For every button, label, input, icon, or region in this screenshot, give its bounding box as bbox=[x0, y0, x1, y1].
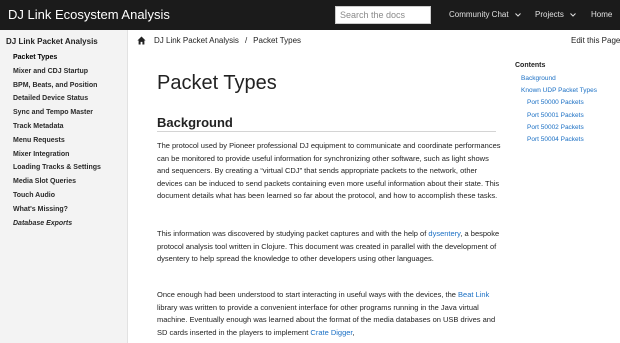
site-title[interactable]: DJ Link Ecosystem Analysis bbox=[8, 7, 170, 22]
breadcrumb-current: Packet Types bbox=[253, 36, 302, 45]
paragraph-dysentery: This information was discovered by study… bbox=[157, 228, 502, 266]
crate-digger-link[interactable]: Crate Digger bbox=[310, 328, 352, 337]
nav-projects[interactable]: Projects bbox=[535, 10, 576, 19]
paragraph-intro: The protocol used by Pioneer professiona… bbox=[157, 141, 501, 201]
sidebar-item-mixer-integration[interactable]: Mixer Integration bbox=[13, 148, 101, 162]
toc-list: Background Known UDP Packet Types Port 5… bbox=[515, 73, 597, 146]
nav-projects-label: Projects bbox=[535, 10, 564, 19]
toc-item-port-50001[interactable]: Port 50001 Packets bbox=[515, 110, 597, 122]
page-title: Packet Types bbox=[157, 72, 277, 94]
section-heading-background: Background bbox=[157, 115, 233, 130]
sidebar-item-track-metadata[interactable]: Track Metadata bbox=[13, 120, 101, 134]
breadcrumb-section[interactable]: DJ Link Packet Analysis bbox=[154, 36, 239, 45]
top-navbar: DJ Link Ecosystem Analysis Community Cha… bbox=[0, 0, 620, 30]
breadcrumb: DJ Link Packet Analysis / Packet Types bbox=[137, 36, 301, 45]
table-of-contents: Contents Background Known UDP Packet Typ… bbox=[515, 62, 597, 146]
sidebar-item-loading-tracks[interactable]: Loading Tracks & Settings bbox=[13, 161, 101, 175]
sidebar-item-database-exports[interactable]: Database Exports bbox=[13, 217, 101, 231]
dysentery-link[interactable]: dysentery bbox=[428, 229, 460, 238]
home-icon[interactable] bbox=[137, 36, 146, 45]
paragraph-text: This information was discovered by study… bbox=[157, 229, 429, 238]
breadcrumb-separator: / bbox=[244, 36, 248, 45]
toc-item-port-50002[interactable]: Port 50002 Packets bbox=[515, 122, 597, 134]
sidebar-item-packet-types[interactable]: Packet Types bbox=[13, 51, 101, 65]
sidebar-title[interactable]: DJ Link Packet Analysis bbox=[6, 37, 98, 46]
sidebar-item-menu-requests[interactable]: Menu Requests bbox=[13, 134, 101, 148]
paragraph-text: Once enough had been understood to start… bbox=[157, 290, 459, 299]
sidebar-item-whats-missing[interactable]: What's Missing? bbox=[13, 203, 101, 217]
sidebar-list: Packet Types Mixer and CDJ Startup BPM, … bbox=[13, 51, 101, 230]
sidebar-item-mixer-cdj-startup[interactable]: Mixer and CDJ Startup bbox=[13, 65, 101, 79]
sidebar-item-touch-audio[interactable]: Touch Audio bbox=[13, 189, 101, 203]
paragraph-text: , bbox=[352, 327, 355, 337]
paragraph-beat-link: Once enough had been understood to start… bbox=[157, 289, 502, 339]
nav-community-chat[interactable]: Community Chat bbox=[449, 10, 521, 19]
sidebar-item-media-slot-queries[interactable]: Media Slot Queries bbox=[13, 175, 101, 189]
toc-item-known-udp-packet-types[interactable]: Known UDP Packet Types bbox=[515, 85, 597, 97]
sidebar-item-detailed-device-status[interactable]: Detailed Device Status bbox=[13, 92, 101, 106]
nav-community-chat-label: Community Chat bbox=[449, 10, 509, 19]
nav-home[interactable]: Home bbox=[591, 10, 612, 19]
chevron-down-icon bbox=[514, 12, 521, 17]
toc-title: Contents bbox=[515, 62, 546, 69]
chevron-down-icon bbox=[570, 12, 576, 17]
toc-item-port-50000[interactable]: Port 50000 Packets bbox=[515, 97, 597, 109]
sidebar-item-sync-tempo-master[interactable]: Sync and Tempo Master bbox=[13, 106, 101, 120]
sidebar: DJ Link Packet Analysis Packet Types Mix… bbox=[0, 30, 128, 343]
beat-link-link[interactable]: Beat Link bbox=[458, 290, 489, 299]
sidebar-item-bpm-beats-position[interactable]: BPM, Beats, and Position bbox=[13, 79, 101, 93]
toc-item-port-50004[interactable]: Port 50004 Packets bbox=[515, 134, 597, 146]
section-divider bbox=[157, 131, 496, 132]
search-input[interactable] bbox=[335, 6, 431, 24]
toc-item-background[interactable]: Background bbox=[515, 73, 597, 85]
edit-page-link[interactable]: Edit this Page bbox=[571, 36, 620, 45]
